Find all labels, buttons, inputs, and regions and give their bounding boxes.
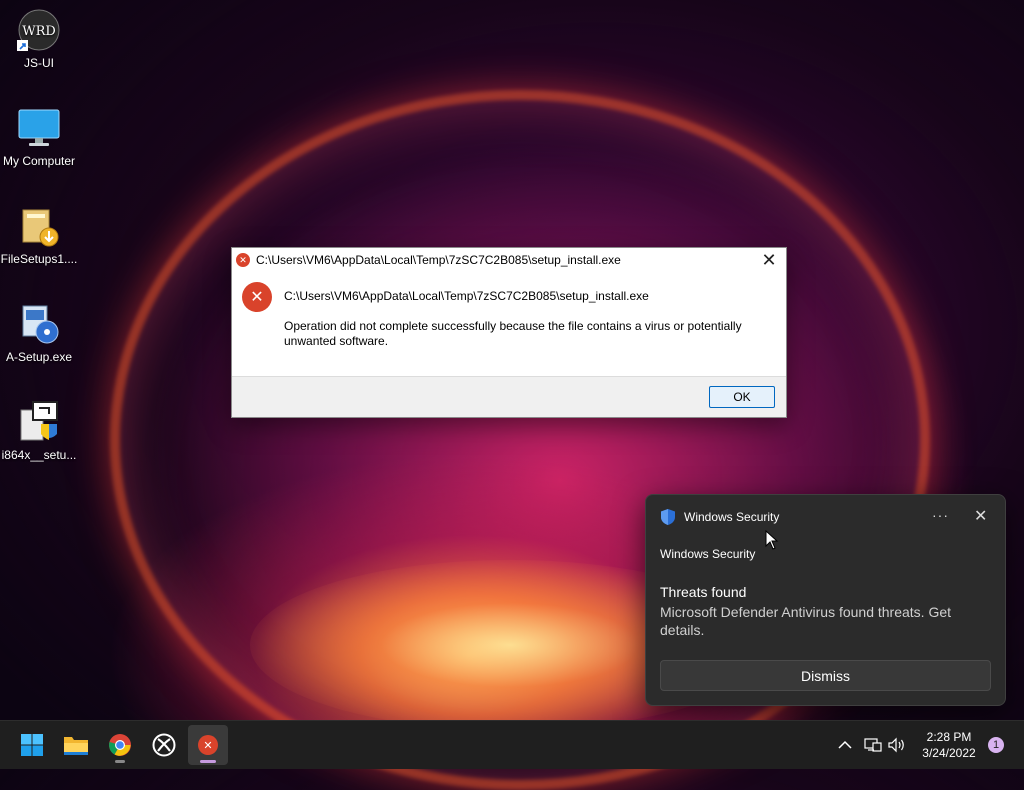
network-button[interactable] [864,721,882,769]
dialog-file-path: C:\Users\VM6\AppData\Local\Temp\7zSC7C2B… [284,289,649,303]
dismiss-button[interactable]: Dismiss [660,660,991,691]
volume-button[interactable] [888,721,906,769]
toast-more-options-button[interactable]: ··· [932,507,949,523]
taskbar-chrome[interactable] [100,725,140,765]
dialog-close-button[interactable]: ✕ [758,250,780,270]
error-icon: ✕ [236,253,250,267]
network-icon [864,738,882,752]
installer-shield-icon [17,400,61,444]
dialog-footer: OK [232,376,786,417]
desktop-icon-label: My Computer [2,154,76,168]
wrd-text: WRD [22,24,56,39]
clock-time: 2:28 PM [926,730,972,744]
toast-description[interactable]: Microsoft Defender Antivirus found threa… [660,603,980,639]
tray-overflow-button[interactable] [838,721,852,769]
desktop-icon-label: i864x__setu... [1,448,77,462]
desktop-icon-label: JS-UI [24,56,54,70]
dialog-message: Operation did not complete successfully … [284,319,742,348]
dialog-title: C:\Users\VM6\AppData\Local\Temp\7zSC7C2B… [256,253,621,267]
mouse-cursor-icon [765,530,779,550]
taskbar-error-dialog[interactable]: ✕ [188,725,228,765]
taskbar: ✕ 2:28 PM 3/24/2022 1 [0,720,1024,769]
desktop-icon-filesetups[interactable]: FileSetups1.... [0,204,78,266]
monitor-icon [17,106,61,150]
volume-icon [888,737,904,753]
running-indicator [115,760,125,763]
installer-cd-icon [17,302,61,346]
virus-error-dialog: ✕ C:\Users\VM6\AppData\Local\Temp\7zSC7C… [231,247,787,418]
chrome-icon [109,734,131,756]
toast-app-name: Windows Security [684,510,780,524]
toast-title: Threats found [660,584,747,600]
desktop-icon-i864x-setup[interactable]: i864x__setu... [0,400,78,462]
toast-header: Windows Security [660,508,779,526]
notification-badge[interactable]: 1 [988,737,1004,753]
file-explorer-icon [64,737,88,755]
xbox-icon [152,733,176,757]
desktop-icon-my-computer[interactable]: My Computer [0,106,78,168]
ok-button[interactable]: OK [709,386,775,408]
error-app-icon: ✕ [198,735,218,755]
toast-close-button[interactable]: ✕ [974,506,987,526]
active-indicator [200,760,216,763]
dialog-titlebar[interactable]: ✕ C:\Users\VM6\AppData\Local\Temp\7zSC7C… [232,248,786,272]
clock-date: 3/24/2022 [922,746,976,760]
error-large-icon: ✕ [242,282,272,312]
taskbar-xbox[interactable] [144,725,184,765]
desktop-icon-label: A-Setup.exe [5,350,73,364]
start-icon [21,734,43,756]
windows-security-toast: Windows Security ··· ✕ Windows Security … [645,494,1006,706]
taskbar-clock[interactable]: 2:28 PM 3/24/2022 [912,729,986,761]
desktop-icon-js-ui[interactable]: WRD JS-UI [0,8,78,70]
toast-source: Windows Security [660,547,756,561]
desktop-icon-a-setup[interactable]: A-Setup.exe [0,302,78,364]
wrd-shortcut-icon: WRD [17,8,61,52]
taskbar-file-explorer[interactable] [56,725,96,765]
setup-box-icon [17,204,61,248]
shield-icon [661,509,675,525]
dialog-body: ✕ C:\Users\VM6\AppData\Local\Temp\7zSC7C… [232,272,786,378]
chevron-up-icon [838,740,852,749]
desktop-icon-label: FileSetups1.... [0,252,78,266]
start-button[interactable] [12,725,52,765]
